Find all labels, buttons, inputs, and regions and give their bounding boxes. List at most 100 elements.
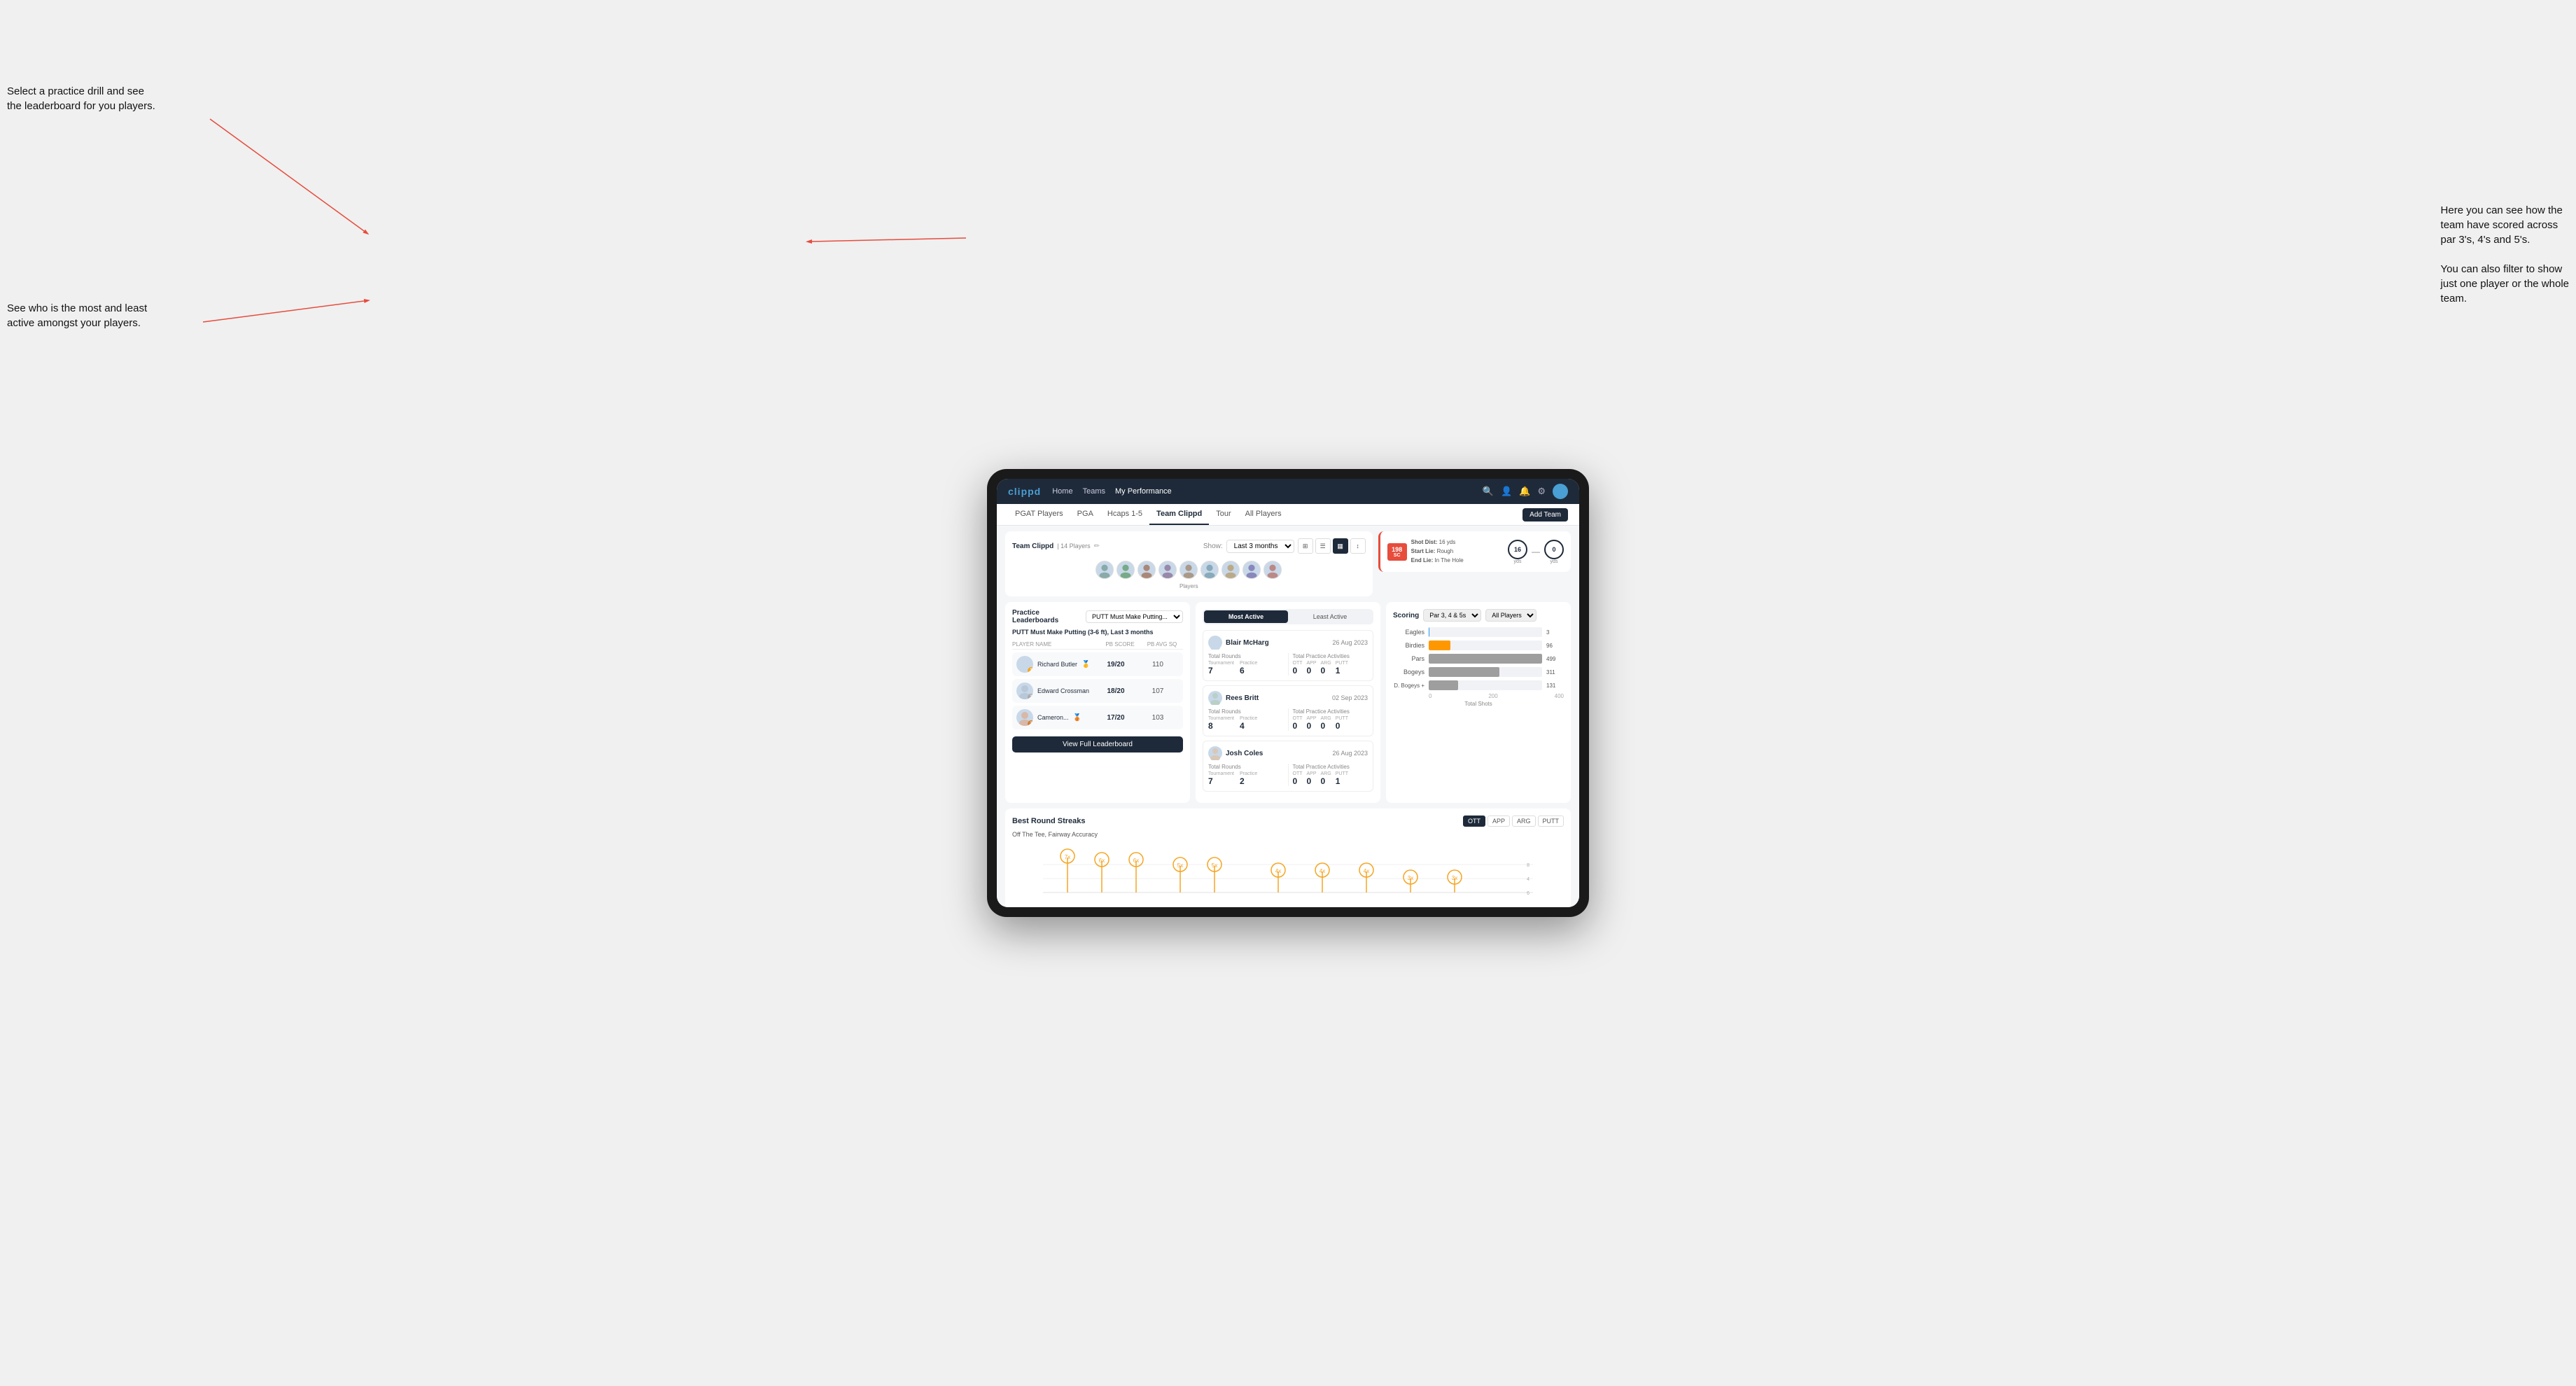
bar-value-eagles: 3	[1546, 629, 1564, 636]
par-filter-select[interactable]: Par 3, 4 & 5s	[1423, 609, 1481, 622]
subnav-tour[interactable]: Tour	[1209, 504, 1238, 525]
chart-view-icon[interactable]: ↕	[1350, 538, 1366, 554]
svg-text:5x: 5x	[1177, 862, 1183, 869]
leaderboard-title: Practice Leaderboards	[1012, 609, 1086, 624]
lb-avatar-3: 3	[1016, 709, 1033, 726]
streaks-tabs: OTT APP ARG PUTT	[1463, 816, 1564, 827]
svg-text:8: 8	[1527, 863, 1530, 868]
streak-chart-svg: 7x 6x 6x 5x	[1012, 844, 1564, 906]
activity-card-3: Josh Coles 26 Aug 2023 Total Rounds Tour…	[1203, 741, 1373, 792]
player-avatar-4[interactable]	[1158, 561, 1177, 579]
practice-leaderboards-panel: Practice Leaderboards PUTT Must Make Put…	[1005, 602, 1190, 803]
bar-row-bogeys: Bogeys 311	[1393, 667, 1564, 677]
app-logo: clippd	[1008, 486, 1041, 497]
bar-row-eagles: Eagles 3	[1393, 627, 1564, 637]
lb-score-2: 18/20	[1095, 687, 1137, 695]
subnav-all-players[interactable]: All Players	[1238, 504, 1289, 525]
lb-name-1: Richard Butler	[1037, 661, 1077, 668]
streaks-tab-putt[interactable]: PUTT	[1538, 816, 1564, 827]
bar-chart: Eagles 3 Birdies 96	[1393, 627, 1564, 690]
list-view-icon[interactable]: ☰	[1315, 538, 1331, 554]
streaks-tab-arg[interactable]: ARG	[1512, 816, 1536, 827]
player-avatar-5[interactable]	[1180, 561, 1198, 579]
card-view-icon[interactable]: ▦	[1333, 538, 1348, 554]
subnav-team-clippd[interactable]: Team Clippd	[1149, 504, 1209, 525]
shot-details: Shot Dist: 16 yds Start Lie: Rough End L…	[1411, 538, 1504, 565]
bar-track-birdies	[1429, 640, 1542, 650]
svg-text:3x: 3x	[1452, 875, 1457, 881]
nav-home[interactable]: Home	[1052, 486, 1072, 497]
nav-my-performance[interactable]: My Performance	[1115, 486, 1172, 497]
streaks-tab-ott[interactable]: OTT	[1463, 816, 1485, 827]
lb-avatar-1: 1	[1016, 656, 1033, 673]
bar-label-birdies: Birdies	[1393, 642, 1424, 649]
chart-x-title: Total Shots	[1393, 701, 1564, 707]
lb-badge-2: 2	[1028, 694, 1033, 699]
navbar: clippd Home Teams My Performance 🔍 👤 🔔 ⚙	[997, 479, 1579, 504]
subnav-hcaps[interactable]: Hcaps 1-5	[1100, 504, 1149, 525]
subnav-pga[interactable]: PGA	[1070, 504, 1100, 525]
grid-view-icon[interactable]: ⊞	[1298, 538, 1313, 554]
pac-player-3: Josh Coles	[1208, 746, 1263, 760]
streaks-panel: Best Round Streaks OTT APP ARG PUTT Off …	[1005, 808, 1571, 907]
shot-card-panel: 198 SC Shot Dist: 16 yds Start Lie: Roug…	[1378, 531, 1571, 572]
tab-most-active[interactable]: Most Active	[1204, 610, 1288, 623]
lb-player-1: 1 Richard Butler 🥇	[1016, 656, 1095, 673]
subnav: PGAT Players PGA Hcaps 1-5 Team Clippd T…	[997, 504, 1579, 526]
main-grid: Practice Leaderboards PUTT Must Make Put…	[1005, 602, 1571, 803]
svg-text:3x: 3x	[1408, 875, 1413, 881]
add-team-button[interactable]: Add Team	[1522, 508, 1568, 522]
shot-circle-2-label: yds	[1544, 559, 1564, 564]
player-avatar-7[interactable]	[1222, 561, 1240, 579]
player-avatar-2[interactable]	[1116, 561, 1135, 579]
bar-track-eagles	[1429, 627, 1542, 637]
lb-player-3: 3 Cameron... 🥉	[1016, 709, 1095, 726]
search-icon[interactable]: 🔍	[1483, 486, 1494, 497]
player-avatar-1[interactable]	[1096, 561, 1114, 579]
nav-links: Home Teams My Performance	[1052, 486, 1471, 497]
scoring-title: Scoring	[1393, 612, 1419, 620]
bell-icon[interactable]: 🔔	[1519, 486, 1530, 497]
chart-x-labels: 0 200 400	[1393, 693, 1564, 699]
bar-value-dbogeys: 131	[1546, 682, 1564, 689]
svg-text:6: 6	[1527, 891, 1530, 896]
lb-score-3: 17/20	[1095, 714, 1137, 722]
nav-teams[interactable]: Teams	[1083, 486, 1105, 497]
bar-label-pars: Pars	[1393, 655, 1424, 662]
drill-select[interactable]: PUTT Must Make Putting...	[1086, 610, 1183, 623]
users-icon[interactable]: 👤	[1501, 486, 1512, 497]
streaks-tab-app[interactable]: APP	[1488, 816, 1510, 827]
svg-text:4x: 4x	[1320, 868, 1325, 874]
show-period-select[interactable]: Last 3 months Last 6 months This year	[1226, 540, 1294, 553]
pac-header-1: Blair McHarg 26 Aug 2023	[1208, 636, 1368, 650]
player-avatar-8[interactable]	[1242, 561, 1261, 579]
lb-avatar-2: 2	[1016, 682, 1033, 699]
user-avatar[interactable]	[1553, 484, 1568, 499]
bar-fill-bogeys	[1429, 667, 1499, 677]
player-avatar-3[interactable]	[1138, 561, 1156, 579]
shot-circle-1: 16	[1508, 540, 1527, 559]
tab-least-active[interactable]: Least Active	[1288, 610, 1372, 623]
lb-avg-1: 110	[1137, 661, 1179, 668]
players-filter-select[interactable]: All Players	[1485, 609, 1536, 622]
shot-circle-2: 0	[1544, 540, 1564, 559]
shot-badge-value: 198	[1390, 546, 1404, 553]
pac-name-3: Josh Coles	[1226, 750, 1263, 757]
svg-text:7x: 7x	[1065, 854, 1070, 860]
players-label: Players	[1012, 583, 1366, 589]
scoring-header: Scoring Par 3, 4 & 5s All Players	[1393, 609, 1564, 622]
subnav-pgat[interactable]: PGAT Players	[1008, 504, 1070, 525]
player-avatar-9[interactable]	[1264, 561, 1282, 579]
svg-text:6x: 6x	[1099, 858, 1105, 864]
view-icons: ⊞ ☰ ▦ ↕	[1298, 538, 1366, 554]
pac-player-2: Rees Britt	[1208, 691, 1259, 705]
svg-text:6x: 6x	[1133, 858, 1139, 864]
edit-icon[interactable]: ✏	[1094, 542, 1100, 550]
player-avatar-6[interactable]	[1200, 561, 1219, 579]
activity-tabs: Most Active Least Active	[1203, 609, 1373, 624]
settings-icon[interactable]: ⚙	[1537, 486, 1546, 497]
view-full-leaderboard-button[interactable]: View Full Leaderboard	[1012, 736, 1183, 752]
annotation-top-left: Select a practice drill and see the lead…	[7, 84, 161, 113]
lb-row-1: 1 Richard Butler 🥇 19/20 110	[1012, 652, 1183, 676]
streaks-subtitle: Off The Tee, Fairway Accuracy	[1012, 831, 1564, 838]
